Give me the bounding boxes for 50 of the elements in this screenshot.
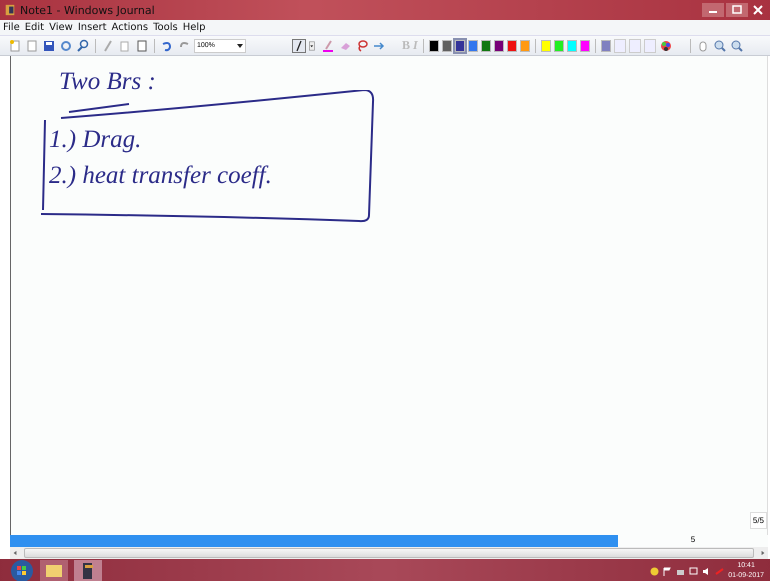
pen-color-swatch[interactable] bbox=[428, 40, 439, 52]
pen-color-swatch[interactable] bbox=[566, 40, 577, 52]
pen-color-swatch[interactable] bbox=[506, 40, 517, 52]
open-icon[interactable] bbox=[25, 38, 39, 52]
custom-color-swatch[interactable] bbox=[614, 38, 626, 52]
display-icon[interactable] bbox=[689, 566, 698, 576]
pen-color-swatch[interactable] bbox=[480, 40, 491, 52]
zoom-out-icon[interactable] bbox=[730, 38, 744, 52]
menu-item[interactable]: Tools bbox=[153, 22, 178, 33]
custom-color-swatch[interactable] bbox=[644, 38, 656, 52]
new-note-icon[interactable] bbox=[8, 38, 22, 52]
folder-icon[interactable] bbox=[40, 560, 68, 581]
save-icon[interactable] bbox=[42, 38, 56, 52]
start-button[interactable] bbox=[10, 559, 34, 581]
pen-color-swatch[interactable] bbox=[554, 40, 564, 52]
pen-color-swatch[interactable] bbox=[520, 40, 530, 52]
pen-color-swatch[interactable] bbox=[454, 40, 465, 52]
handwritten-heading: Two Brs : bbox=[59, 68, 156, 96]
journal-icon[interactable] bbox=[74, 560, 102, 581]
pen-color-swatch[interactable] bbox=[540, 40, 551, 52]
search-icon[interactable] bbox=[76, 38, 90, 52]
app-icon[interactable] bbox=[4, 3, 16, 17]
zoom-in-icon[interactable] bbox=[712, 38, 727, 52]
minimize-icon[interactable] bbox=[702, 3, 724, 17]
menu-item[interactable]: Actions bbox=[112, 22, 148, 33]
pen-color-swatch[interactable] bbox=[494, 40, 504, 52]
handwritten-item: 2.) heat transfer coeff. bbox=[49, 162, 272, 190]
pen-color-swatch[interactable] bbox=[580, 40, 590, 52]
color-palette-icon[interactable] bbox=[658, 38, 673, 52]
page-indicator: 5/5 bbox=[750, 512, 767, 529]
menu-item[interactable]: Help bbox=[182, 22, 206, 33]
flag-icon[interactable] bbox=[663, 566, 672, 576]
page-number: 5 bbox=[690, 535, 696, 546]
window-title: Note1 - Windows Journal bbox=[20, 4, 156, 16]
paste-icon[interactable] bbox=[135, 38, 149, 52]
maximize-icon[interactable] bbox=[726, 3, 748, 17]
menu-item[interactable]: View bbox=[49, 22, 73, 33]
menu-item[interactable]: Edit bbox=[24, 22, 44, 33]
highlighter-icon[interactable] bbox=[321, 38, 335, 52]
scrollbar-thumb[interactable] bbox=[24, 548, 754, 558]
pen-color-swatch[interactable] bbox=[600, 40, 611, 52]
menu-item[interactable]: Insert bbox=[78, 22, 107, 33]
caret-icon bbox=[237, 44, 243, 48]
pen-color-swatch[interactable] bbox=[442, 40, 452, 52]
pen-icon[interactable] bbox=[292, 38, 306, 52]
handwritten-item: 1.) Drag. bbox=[49, 126, 142, 154]
pen-color-swatch[interactable] bbox=[468, 40, 478, 52]
tray-icon[interactable] bbox=[650, 566, 660, 576]
menu-item[interactable]: File bbox=[3, 22, 20, 33]
custom-color-swatch[interactable] bbox=[628, 38, 641, 52]
